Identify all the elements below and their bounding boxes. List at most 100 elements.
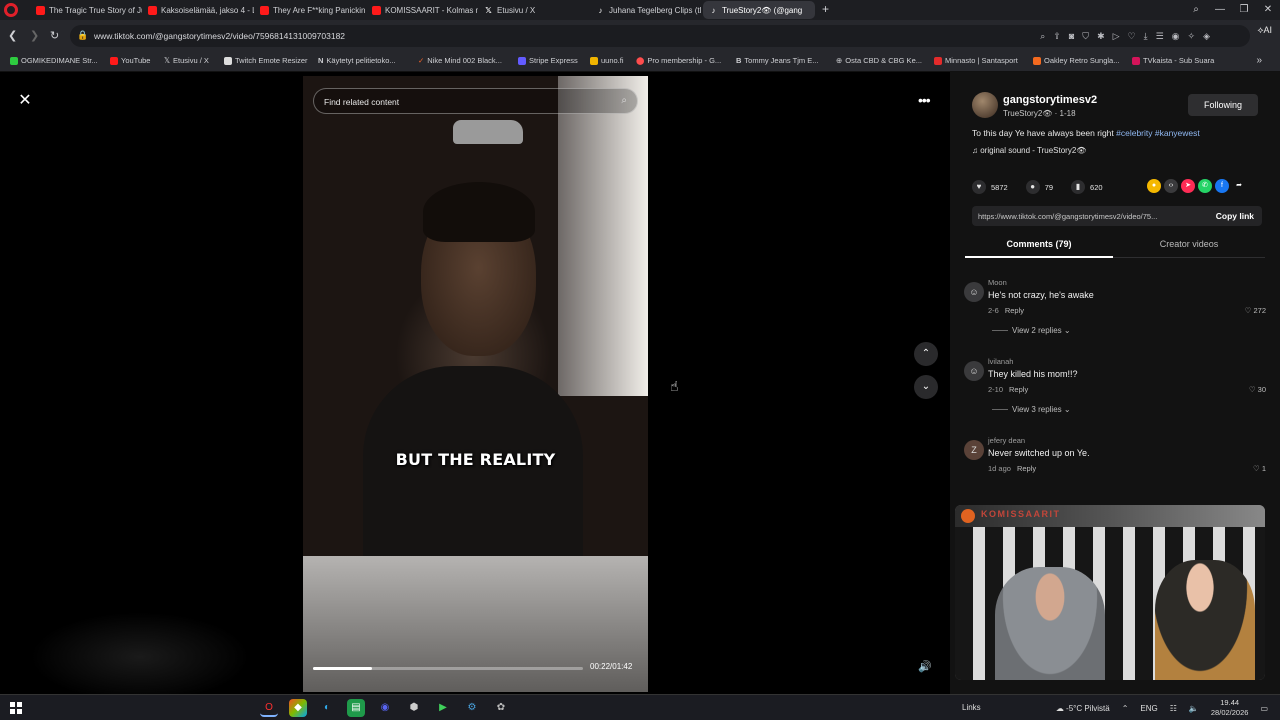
extensions-icon[interactable]: ✱ — [1097, 31, 1105, 42]
opera-logo-icon[interactable] — [4, 3, 18, 17]
figma-icon[interactable]: ◆ — [289, 699, 307, 717]
search-tabs-icon[interactable]: ⌕ — [1184, 0, 1208, 20]
embed-icon[interactable]: ‹› — [1164, 179, 1178, 193]
view-replies-button[interactable]: View 3 replies ⌄ — [992, 405, 1071, 414]
steam-icon[interactable]: ⚙ — [463, 699, 481, 717]
search-icon[interactable]: ⌕ — [1040, 31, 1045, 42]
author-name[interactable]: gangstorytimesv2 — [1003, 94, 1097, 106]
volume-icon[interactable]: 🔊 — [918, 660, 932, 673]
cube-icon[interactable]: ◈ — [1203, 31, 1210, 42]
weather-widget[interactable]: ☁ -5°C Pilvistä — [1056, 704, 1110, 713]
floating-video-overlay[interactable]: KOMISSAARIT — [955, 505, 1265, 680]
tab-creator-videos[interactable]: Creator videos — [1115, 234, 1263, 258]
heart-icon[interactable]: ♡ — [1128, 31, 1136, 42]
maximize-button[interactable]: ❐ — [1232, 0, 1256, 20]
author-avatar[interactable] — [972, 92, 998, 118]
minimize-button[interactable]: — — [1208, 0, 1232, 20]
video-link-text[interactable]: https://www.tiktok.com/@gangstorytimesv2… — [978, 212, 1188, 221]
bookmark-item[interactable]: Stripe Express — [518, 56, 578, 65]
new-tab-button[interactable]: + — [822, 3, 829, 15]
tab-2[interactable]: Kaksoiselämää, jakso 4 - Ll — [142, 1, 254, 19]
video-progress-bar[interactable] — [313, 667, 583, 670]
bookmark-icon[interactable]: ▮ — [1071, 180, 1086, 194]
speaker-icon[interactable]: 🔈 — [1189, 704, 1199, 713]
more-options-icon[interactable]: ••• — [918, 92, 931, 108]
related-search-field[interactable]: Find related content ⌕ — [313, 88, 638, 114]
clock[interactable]: 19.44 28/02/2026 — [1211, 698, 1249, 718]
aria-icon[interactable]: ✧ — [1188, 31, 1196, 42]
bookmark-item[interactable]: 𝕏 Etusivu / X — [164, 56, 209, 65]
bookmark-item[interactable]: Minnasto | Santasport — [934, 56, 1018, 65]
tab-6[interactable]: ♪ Juhana Tegelberg Clips (tl — [590, 1, 702, 19]
video-player[interactable]: Find related content ⌕ BUT THE REALITY 0… — [303, 76, 648, 692]
bookmark-item[interactable]: N Käytetyt pelitietoko... — [318, 56, 396, 65]
close-window-button[interactable]: ✕ — [1256, 0, 1280, 20]
camera-icon[interactable]: ◙ — [1069, 31, 1074, 42]
ai-button[interactable]: ⟡AI — [1258, 25, 1272, 36]
commenter-name[interactable]: lvilanah — [988, 357, 1013, 366]
edge-icon[interactable]: ◐ — [318, 699, 336, 717]
bookmark-item[interactable]: YouTube — [110, 56, 150, 65]
comment-likes[interactable]: ♡ 30 — [1249, 385, 1266, 394]
bookmark-item[interactable]: uuno.fi — [590, 56, 624, 65]
notifications-icon[interactable]: ▭ — [1260, 704, 1268, 713]
previous-video-icon[interactable]: ⌃ — [914, 342, 938, 366]
settings-icon[interactable]: ✿ — [492, 699, 510, 717]
menu-icon[interactable]: ☰ — [1156, 31, 1164, 42]
bookmark-item[interactable]: TVkaista - Sub Suara — [1132, 56, 1214, 65]
opera-icon[interactable]: O — [260, 699, 278, 717]
play-icon[interactable]: ▷ — [1113, 31, 1120, 42]
music-link[interactable]: ♫ original sound - TrueStory2👁 — [972, 146, 1086, 155]
media-player-icon[interactable]: ▶ — [434, 699, 452, 717]
tab-3[interactable]: They Are F**king Panickin — [254, 1, 366, 19]
bookmark-item[interactable]: B Tommy Jeans Tjm E... — [736, 56, 818, 65]
bookmarks-overflow-icon[interactable]: » — [1256, 55, 1262, 66]
whatsapp-icon[interactable]: ✆ — [1198, 179, 1212, 193]
reply-button[interactable]: Reply — [1009, 385, 1028, 394]
forward-icon[interactable]: ❯ — [30, 29, 39, 42]
copy-link-button[interactable]: Copy link — [1216, 211, 1254, 221]
close-icon[interactable]: ✕ — [14, 90, 36, 112]
url-field[interactable]: 🔒 www.tiktok.com/@gangstorytimesv2/video… — [70, 25, 1250, 47]
bookmark-item[interactable]: OGMIKEDIMANE Str... — [10, 56, 98, 65]
discord-icon[interactable]: ◉ — [376, 699, 394, 717]
reload-icon[interactable]: ↻ — [50, 29, 59, 42]
commenter-avatar[interactable]: Z — [964, 440, 984, 460]
tab-1[interactable]: The Tragic True Story of Ju — [30, 1, 142, 19]
facebook-icon[interactable]: f — [1215, 179, 1229, 193]
reply-button[interactable]: Reply — [1017, 464, 1036, 473]
bookmark-item[interactable]: Oakley Retro Sungla... — [1033, 56, 1119, 65]
language-indicator[interactable]: ENG — [1140, 704, 1157, 713]
comment-likes[interactable]: ♡ 272 — [1245, 306, 1266, 315]
view-replies-button[interactable]: View 2 replies ⌄ — [992, 326, 1071, 335]
reply-button[interactable]: Reply — [1005, 306, 1024, 315]
bookmark-item[interactable]: ⬤ Pro membership - G... — [636, 56, 721, 65]
search-icon[interactable]: ⌕ — [621, 95, 627, 106]
commenter-name[interactable]: Moon — [988, 278, 1007, 287]
links-toolbar[interactable]: Links — [962, 703, 981, 712]
send-icon[interactable]: ➤ — [1181, 179, 1195, 193]
windows-start-icon[interactable] — [10, 702, 22, 714]
files-icon[interactable]: ▤ — [347, 699, 365, 717]
commenter-avatar[interactable]: ☺ — [964, 282, 984, 302]
back-icon[interactable]: ❮ — [8, 29, 17, 42]
hashtags[interactable]: #celebrity #kanyewest — [1116, 128, 1200, 138]
comment-icon[interactable]: ● — [1025, 180, 1040, 194]
bookmark-item[interactable]: ✓ Nike Mind 002 Black... — [418, 56, 502, 65]
bookmark-item[interactable]: Twitch Emote Resizer — [224, 56, 308, 65]
url-text[interactable]: www.tiktok.com/@gangstorytimesv2/video/7… — [94, 31, 345, 41]
share-coin-icon[interactable]: ● — [1147, 179, 1161, 193]
shield-icon[interactable]: ⛉ — [1082, 31, 1089, 42]
tab-4[interactable]: KOMISSAARIT - Kolmas m — [366, 1, 478, 19]
profile-icon[interactable]: ◉ — [1172, 31, 1180, 42]
app-icon[interactable]: ⬢ — [405, 699, 423, 717]
following-button[interactable]: Following — [1188, 94, 1258, 116]
commenter-avatar[interactable]: ☺ — [964, 361, 984, 381]
tab-active[interactable]: ♪ TrueStory2👁 (@gang — [703, 1, 815, 19]
download-icon[interactable]: ⤓ — [1144, 31, 1148, 42]
bookmark-item[interactable]: ⊕ Osta CBD & CBG Ke... — [836, 56, 922, 65]
network-icon[interactable]: ☷ — [1170, 704, 1177, 713]
like-icon[interactable]: ♥ — [972, 180, 986, 194]
tab-comments[interactable]: Comments (79) — [965, 234, 1113, 258]
share-arrow-icon[interactable]: ➦ — [1232, 179, 1246, 193]
